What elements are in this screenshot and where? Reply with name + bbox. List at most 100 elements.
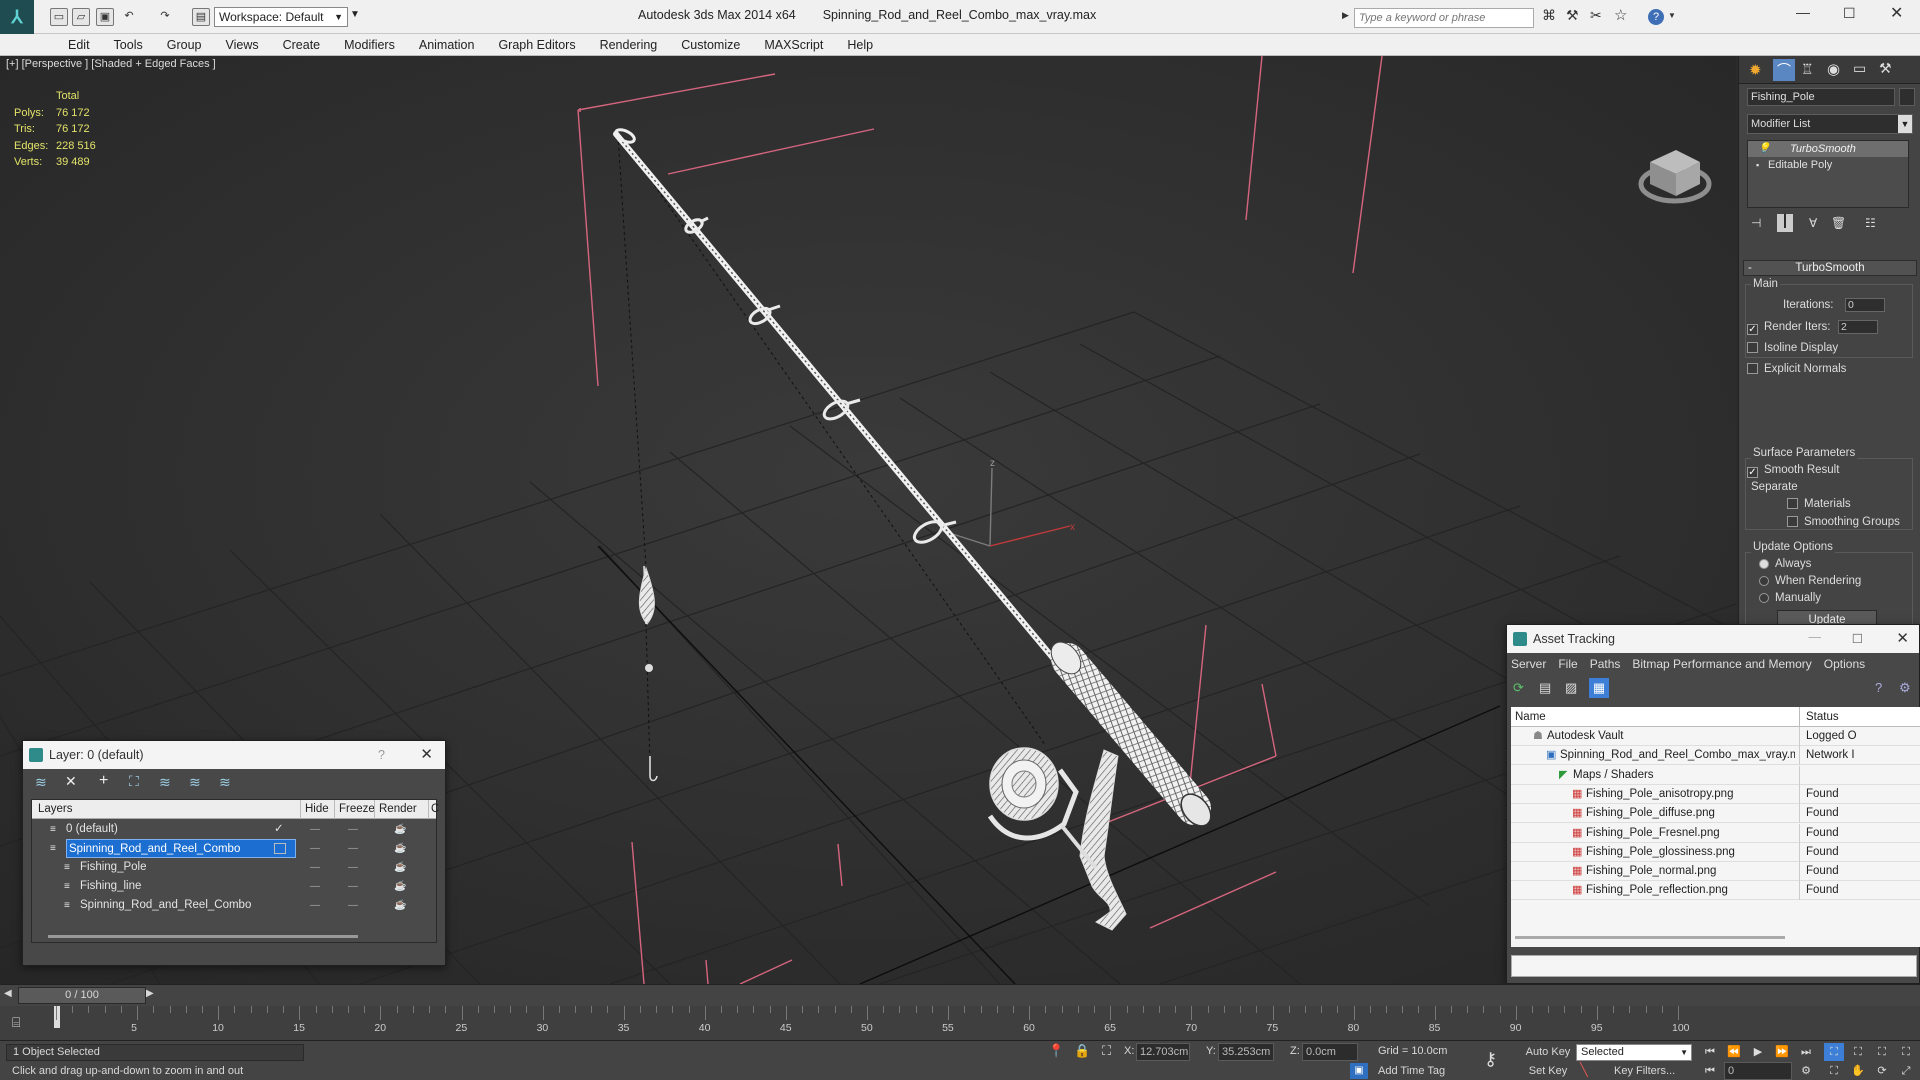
asset-row[interactable]: ▦ Fishing_Pole_reflection.png Found bbox=[1511, 881, 1920, 901]
explicit-normals-row[interactable]: Explicit Normals bbox=[1747, 363, 1846, 375]
asset-row[interactable]: ◤ Maps / Shaders bbox=[1511, 765, 1920, 785]
refresh-icon[interactable]: ⟳ bbox=[1513, 680, 1524, 696]
current-frame-field[interactable]: 0 bbox=[1724, 1062, 1792, 1080]
col-render[interactable]: Render bbox=[374, 800, 417, 819]
search-arrow-icon[interactable]: ▶ bbox=[1342, 10, 1349, 21]
search-input[interactable] bbox=[1354, 8, 1534, 28]
when-rendering-radio[interactable] bbox=[1759, 576, 1769, 586]
smooth-result-row[interactable]: ✓ Smooth Result bbox=[1747, 464, 1839, 478]
binoculars-icon[interactable]: ⌘ bbox=[1542, 7, 1556, 24]
make-unique-icon[interactable]: ∀ bbox=[1809, 216, 1817, 230]
rollout-header[interactable]: - TurboSmooth bbox=[1743, 260, 1917, 276]
layer-row[interactable]: ≡ Fishing_line — — ☕ bbox=[32, 877, 438, 896]
explicit-normals-checkbox[interactable] bbox=[1747, 363, 1758, 374]
asset-menu-file[interactable]: File bbox=[1558, 653, 1577, 675]
menu-item-customize[interactable]: Customize bbox=[669, 34, 752, 56]
asset-menu-options[interactable]: Options bbox=[1824, 653, 1865, 675]
modify-tab-icon[interactable]: ⌒ bbox=[1773, 59, 1795, 81]
manually-row[interactable]: Manually bbox=[1759, 592, 1821, 604]
field-of-view-icon[interactable]: ⛶ bbox=[1824, 1062, 1844, 1080]
active-layer-toggle[interactable]: ✓ bbox=[274, 820, 286, 839]
motion-tab-icon[interactable]: ◉ bbox=[1827, 60, 1840, 78]
undo-icon[interactable]: ↶ bbox=[120, 8, 138, 26]
hierarchy-tab-icon[interactable]: ♖ bbox=[1801, 61, 1814, 78]
save-icon[interactable]: ▣ bbox=[96, 8, 114, 26]
key-mode-icon[interactable]: ⏮ bbox=[1700, 1062, 1720, 1080]
key-filter-icon[interactable]: ╲ bbox=[1580, 1062, 1588, 1078]
smooth-result-checkbox[interactable]: ✓ bbox=[1747, 467, 1758, 478]
when-rendering-row[interactable]: When Rendering bbox=[1759, 575, 1861, 587]
selection-lock-icon[interactable]: 🔒 bbox=[1074, 1043, 1090, 1059]
render-toggle-icon[interactable]: ☕ bbox=[394, 820, 406, 839]
redo-icon[interactable]: ↷ bbox=[156, 8, 174, 26]
menu-item-group[interactable]: Group bbox=[155, 34, 214, 56]
asset-row[interactable]: ☗ Autodesk Vault Logged O bbox=[1511, 727, 1920, 746]
hide-toggle-icon[interactable]: — bbox=[310, 896, 320, 915]
hide-toggle-icon[interactable]: — bbox=[310, 858, 320, 877]
time-prev-icon[interactable]: ◀ bbox=[4, 988, 12, 999]
smoothing-groups-row[interactable]: Smoothing Groups bbox=[1787, 516, 1900, 528]
object-color-swatch[interactable] bbox=[1899, 88, 1915, 106]
play-icon[interactable]: ▶ bbox=[1748, 1043, 1768, 1061]
time-next-icon[interactable]: ▶ bbox=[146, 988, 154, 999]
add-to-layer-icon[interactable]: + bbox=[99, 772, 108, 790]
menu-item-tools[interactable]: Tools bbox=[102, 34, 155, 56]
workspace-dropdown[interactable]: Workspace: Default ▼ bbox=[214, 7, 348, 27]
iterations-spinner[interactable]: 0 bbox=[1845, 298, 1885, 312]
object-name-field[interactable]: Fishing_Pole bbox=[1747, 88, 1895, 106]
communication-icon[interactable]: ✂ bbox=[1590, 7, 1602, 24]
menu-item-create[interactable]: Create bbox=[271, 34, 333, 56]
hide-toggle-icon[interactable]: — bbox=[310, 839, 320, 858]
mini-curve-editor-icon[interactable]: ⌸ bbox=[12, 1014, 20, 1031]
help-icon[interactable]: ? bbox=[378, 741, 385, 769]
configure-sets-icon[interactable]: ☷ bbox=[1865, 216, 1876, 230]
hide-all-icon[interactable]: ≋ bbox=[189, 774, 201, 791]
hide-toggle-icon[interactable]: — bbox=[310, 877, 320, 896]
always-radio[interactable] bbox=[1759, 559, 1769, 569]
quick-access-menu-icon[interactable]: ▼ bbox=[350, 9, 360, 20]
minimize-icon[interactable]: — bbox=[1796, 4, 1810, 20]
isolate-selection-icon[interactable]: 📍 bbox=[1048, 1043, 1064, 1059]
close-icon[interactable]: ✕ bbox=[1890, 3, 1903, 23]
layer-row[interactable]: ≡ Spinning_Rod_and_Reel_Combo — — ☕ bbox=[32, 896, 438, 915]
active-layer-toggle[interactable] bbox=[274, 843, 286, 854]
freeze-toggle-icon[interactable]: — bbox=[348, 896, 358, 915]
always-row[interactable]: Always bbox=[1759, 558, 1811, 570]
materials-checkbox[interactable] bbox=[1787, 498, 1798, 509]
stack-item-editable-poly[interactable]: ▪ Editable Poly bbox=[1748, 157, 1908, 173]
help-icon[interactable]: ? bbox=[1875, 680, 1882, 695]
add-time-tag[interactable]: Add Time Tag bbox=[1378, 1065, 1445, 1077]
menu-item-animation[interactable]: Animation bbox=[407, 34, 487, 56]
show-end-result-icon[interactable]: ┃ bbox=[1777, 214, 1793, 232]
zoom-region-icon[interactable]: ⛶ bbox=[1896, 1043, 1916, 1061]
render-toggle-icon[interactable]: ☕ bbox=[394, 896, 406, 915]
asset-window-titlebar[interactable]: Asset Tracking — ☐ ✕ bbox=[1507, 625, 1919, 653]
help-icon[interactable]: ? bbox=[1648, 9, 1664, 25]
asset-row[interactable]: ▦ Fishing_Pole_diffuse.png Found bbox=[1511, 804, 1920, 824]
asset-menu-bitmap[interactable]: Bitmap Performance and Memory bbox=[1632, 653, 1811, 675]
col-freeze[interactable]: Freeze bbox=[334, 800, 375, 819]
expand-icon[interactable]: ▪ bbox=[1756, 157, 1759, 173]
asset-menu-paths[interactable]: Paths bbox=[1590, 653, 1621, 675]
render-iters-checkbox[interactable]: ✓ bbox=[1747, 324, 1758, 336]
utilities-tab-icon[interactable]: ⚒ bbox=[1879, 60, 1892, 77]
asset-row[interactable]: ▣ Spinning_Rod_and_Reel_Combo_max_vray.ma… bbox=[1511, 746, 1920, 766]
freeze-toggle-icon[interactable]: — bbox=[348, 858, 358, 877]
layer-row[interactable]: ≡ 0 (default) ✓ — — ☕ bbox=[32, 820, 438, 839]
close-icon[interactable]: ✕ bbox=[1896, 625, 1909, 653]
set-key-icon[interactable]: ⚷ bbox=[1484, 1049, 1497, 1070]
modifier-list-dropdown[interactable]: Modifier List ▼ bbox=[1747, 114, 1913, 134]
time-slider-thumb[interactable]: 0 / 100 bbox=[18, 987, 146, 1004]
key-filters-button[interactable]: Key Filters... bbox=[1614, 1065, 1675, 1077]
col-color[interactable]: C bbox=[428, 800, 439, 819]
freeze-all-icon[interactable]: ≋ bbox=[219, 774, 231, 791]
app-logo-icon[interactable]: ⅄ bbox=[0, 0, 34, 34]
col-layers[interactable]: Layers bbox=[38, 800, 73, 819]
zoom-all-icon[interactable]: ⛶ bbox=[1848, 1043, 1868, 1061]
asset-row[interactable]: ▦ Fishing_Pole_Fresnel.png Found bbox=[1511, 823, 1920, 843]
menu-item-maxscript[interactable]: MAXScript bbox=[752, 34, 835, 56]
pin-stack-icon[interactable]: ⊣ bbox=[1751, 216, 1761, 230]
subscription-icon[interactable]: ⚒ bbox=[1566, 7, 1579, 24]
new-file-icon[interactable]: ▭ bbox=[50, 8, 68, 26]
render-iters-spinner[interactable]: 2 bbox=[1838, 320, 1878, 334]
